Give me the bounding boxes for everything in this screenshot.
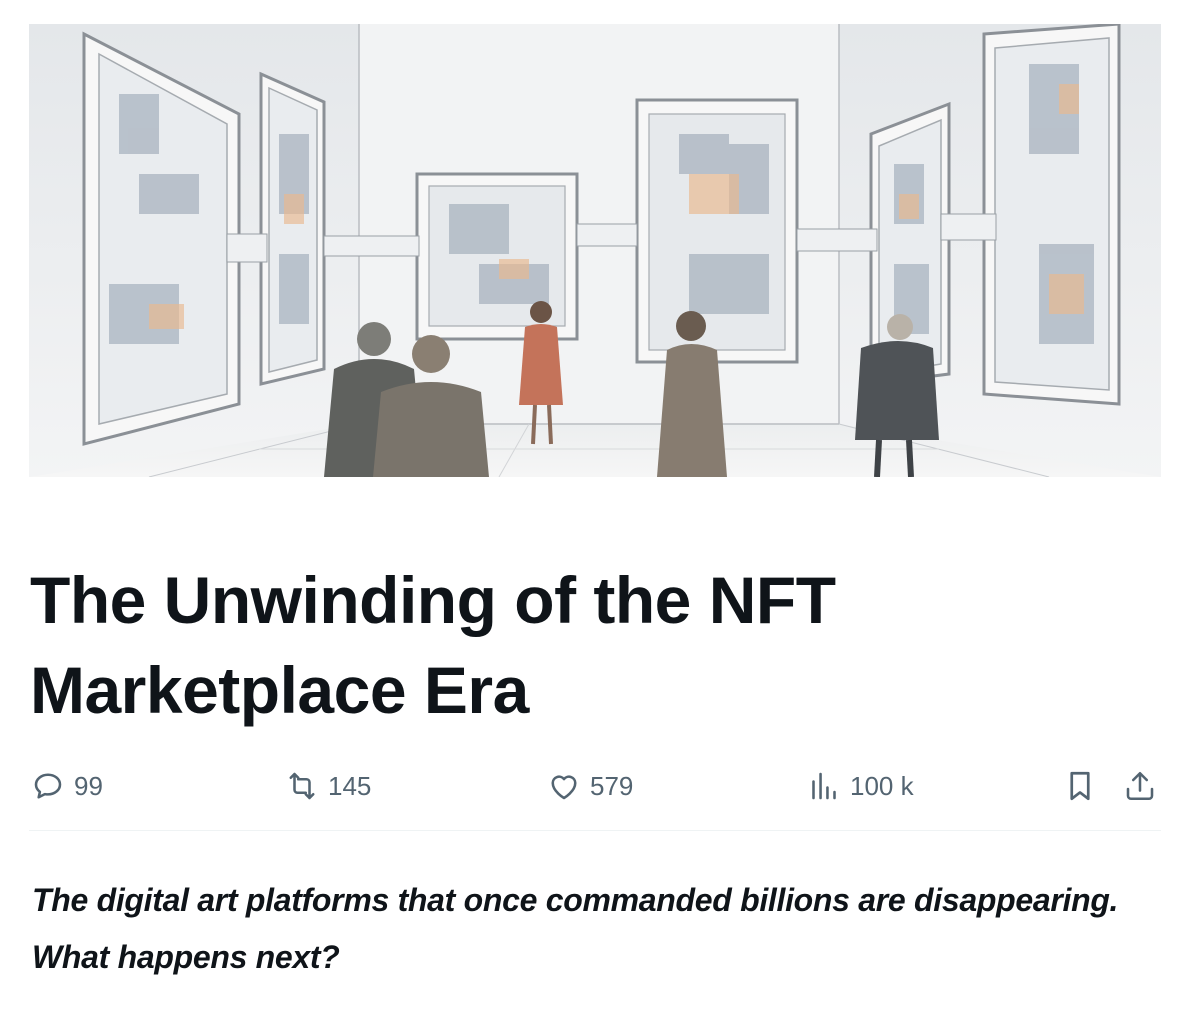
heart-icon [551,775,577,800]
views-button[interactable]: 100 k [806,762,914,810]
like-count: 579 [590,770,634,801]
views-count: 100 k [850,770,914,801]
gallery-illustration [29,24,1161,477]
share-upload-icon [1126,771,1154,801]
share-button[interactable] [1122,762,1158,810]
bookmark-icon [1070,771,1090,801]
repost-icon [289,772,315,800]
engagement-bar: 99 145 579 100 k [30,762,1160,810]
bookmark-button[interactable] [1062,762,1098,810]
like-button[interactable]: 579 [546,762,633,810]
repost-count: 145 [328,770,372,801]
article-subtitle: The digital art platforms that once comm… [32,882,1119,975]
divider [29,830,1161,831]
analytics-bars-icon [812,772,836,800]
article-title: The Unwinding of the NFT Marketplace Era [30,563,836,727]
repost-button[interactable]: 145 [284,762,371,810]
reply-button[interactable]: 99 [30,762,103,810]
article-hero-image[interactable] [29,24,1161,477]
reply-bubble-icon [34,773,62,799]
reply-count: 99 [74,770,103,801]
